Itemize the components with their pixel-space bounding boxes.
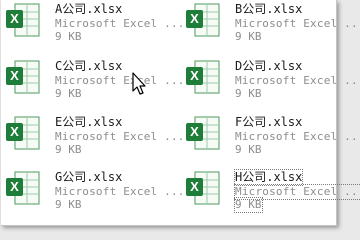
file-size: 9 KB <box>235 87 262 100</box>
file-name: H公司.xlsx <box>233 169 304 186</box>
svg-text:X: X <box>190 124 199 139</box>
file-item[interactable]: X D公司.xlsx Microsoft Excel ... 9 KB <box>181 57 360 103</box>
file-name: F公司.xlsx <box>235 115 303 129</box>
svg-text:X: X <box>190 68 199 83</box>
svg-text:X: X <box>10 179 19 194</box>
file-name: A公司.xlsx <box>55 2 123 16</box>
file-size: 9 KB <box>55 198 82 211</box>
file-type: Microsoft Excel ... <box>55 74 185 87</box>
file-name: G公司.xlsx <box>55 170 123 184</box>
file-type: Microsoft Excel ... <box>235 74 360 87</box>
file-size: 9 KB <box>234 197 263 213</box>
file-item[interactable]: X G公司.xlsx Microsoft Excel ... 9 KB <box>1 168 184 214</box>
excel-file-icon: X <box>6 3 40 37</box>
excel-file-icon: X <box>186 171 220 205</box>
file-type: Microsoft Excel ... <box>235 130 360 143</box>
file-item[interactable]: X E公司.xlsx Microsoft Excel ... 9 KB <box>1 113 184 159</box>
file-name: C公司.xlsx <box>55 59 123 73</box>
file-item-selected[interactable]: X H公司.xlsx Microsoft Excel ... 9 KB <box>181 168 360 214</box>
file-type: Microsoft Excel ... <box>55 17 185 30</box>
file-item[interactable]: X F公司.xlsx Microsoft Excel ... 9 KB <box>181 113 360 159</box>
file-name: B公司.xlsx <box>235 2 303 16</box>
svg-text:X: X <box>190 179 199 194</box>
file-item[interactable]: X C公司.xlsx Microsoft Excel ... 9 KB <box>1 57 184 103</box>
file-list-panel: X A公司.xlsx Microsoft Excel ... 9 KB X B公… <box>1 0 360 226</box>
excel-file-icon: X <box>186 60 220 94</box>
file-type: Microsoft Excel ... <box>55 185 185 198</box>
svg-text:X: X <box>10 11 19 26</box>
svg-text:X: X <box>10 124 19 139</box>
excel-file-icon: X <box>6 60 40 94</box>
file-name: E公司.xlsx <box>55 115 123 129</box>
file-type: Microsoft Excel ... <box>55 130 185 143</box>
file-size: 9 KB <box>235 143 262 156</box>
file-item[interactable]: X B公司.xlsx Microsoft Excel ... 9 KB <box>181 0 360 46</box>
svg-text:X: X <box>10 68 19 83</box>
file-type: Microsoft Excel ... <box>235 17 360 30</box>
mouse-cursor-icon <box>132 72 146 95</box>
excel-file-icon: X <box>6 116 40 150</box>
file-type: Microsoft Excel ... <box>234 184 360 200</box>
excel-file-icon: X <box>186 116 220 150</box>
file-name: D公司.xlsx <box>235 59 303 73</box>
excel-file-icon: X <box>6 171 40 205</box>
file-size: 9 KB <box>235 30 262 43</box>
svg-text:X: X <box>190 11 199 26</box>
file-size: 9 KB <box>55 30 82 43</box>
file-item[interactable]: X A公司.xlsx Microsoft Excel ... 9 KB <box>1 0 184 46</box>
excel-file-icon: X <box>186 3 220 37</box>
file-size: 9 KB <box>55 87 82 100</box>
file-size: 9 KB <box>55 143 82 156</box>
